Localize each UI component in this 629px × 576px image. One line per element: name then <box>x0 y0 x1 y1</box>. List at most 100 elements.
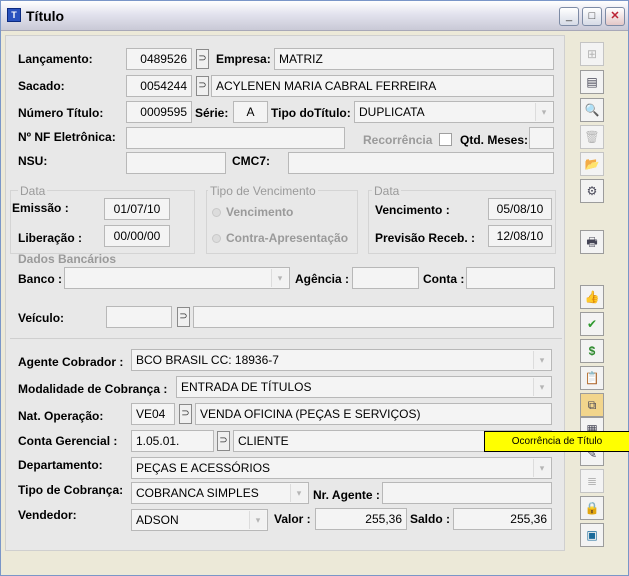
settings-icon[interactable]: ⚙ <box>580 179 604 203</box>
chevron-down-icon[interactable]: ▾ <box>533 351 550 369</box>
numero-titulo-label: Número Título: <box>18 106 104 120</box>
agente-cobrador-label: Agente Cobrador : <box>18 355 124 369</box>
lookup-icon[interactable]: ⊃ <box>177 307 190 327</box>
copy-icon[interactable]: ⧉ <box>580 393 604 417</box>
conta-label: Conta : <box>423 272 465 286</box>
nat-operacao-label: Nat. Operação: <box>18 409 104 423</box>
numero-titulo-field[interactable]: 0009595 <box>126 101 192 123</box>
emissao-field[interactable]: 01/07/10 <box>104 198 170 220</box>
check-icon[interactable]: ✔ <box>580 312 604 336</box>
liberacao-label: Liberação : <box>18 231 83 245</box>
vendedor-label: Vendedor: <box>18 508 77 522</box>
delete-icon[interactable]: 🗑 <box>580 125 604 149</box>
nf-eletronica-field[interactable] <box>126 127 345 149</box>
titulo-window: T Título _ □ ✕ Lançamento: 0489526 ⊃ Emp… <box>0 0 629 576</box>
emissao-label: Emissão : <box>12 201 69 215</box>
serie-field[interactable]: A <box>233 101 268 123</box>
tipo-cobranca-label: Tipo de Cobrança: <box>18 483 124 497</box>
cmc7-field[interactable] <box>288 152 554 174</box>
sacado-label: Sacado: <box>18 79 65 93</box>
divider <box>10 338 562 339</box>
print-icon[interactable]: 🖶 <box>580 230 604 254</box>
departamento-value: PEÇAS E ACESSÓRIOS <box>136 461 271 475</box>
insert-record-icon[interactable]: ⊞ <box>580 42 604 66</box>
calculator-icon[interactable]: ▣ <box>580 523 604 547</box>
vendedor-select[interactable]: ADSON ▾ <box>131 509 268 531</box>
veiculo-desc-field[interactable] <box>193 306 554 328</box>
conta-gerencial-code-field[interactable]: 1.05.01. <box>131 430 214 452</box>
lock-doc-icon[interactable]: 🔒 <box>580 496 604 520</box>
tipo-cobranca-select[interactable]: COBRANCA SIMPLES ▾ <box>131 482 309 504</box>
lancamento-field[interactable]: 0489526 <box>126 48 192 70</box>
modalidade-select[interactable]: ENTRADA DE TÍTULOS ▾ <box>176 376 552 398</box>
lookup-icon[interactable]: ⊃ <box>217 431 230 451</box>
banco-label: Banco : <box>18 272 63 286</box>
vencimento-radio-label: Vencimento <box>226 205 294 219</box>
chevron-down-icon[interactable]: ▾ <box>533 459 550 477</box>
agencia-label: Agência : <box>295 272 350 286</box>
nr-agente-field[interactable] <box>382 482 552 504</box>
saldo-field[interactable]: 255,36 <box>453 508 552 530</box>
sacado-name-field[interactable]: ACYLENEN MARIA CABRAL FERREIRA <box>211 75 554 97</box>
modalidade-label: Modalidade de Cobrança : <box>18 382 168 396</box>
contra-apresentacao-radio[interactable] <box>212 234 221 243</box>
nsu-field[interactable] <box>126 152 226 174</box>
banco-select[interactable]: ▾ <box>64 267 290 289</box>
tipo-titulo-label: Tipo doTítulo: <box>271 106 351 120</box>
money-bag-icon[interactable]: $ <box>580 339 604 363</box>
qtd-meses-label: Qtd. Meses: <box>460 133 529 147</box>
window-title: Título <box>26 8 65 24</box>
empresa-field[interactable]: MATRIZ <box>274 48 554 70</box>
agente-cobrador-value: BCO BRASIL CC: 18936-7 <box>136 353 279 367</box>
minimize-button[interactable]: _ <box>559 7 579 26</box>
close-button[interactable]: ✕ <box>605 7 625 26</box>
nf-eletronica-label: Nº NF Eletrônica: <box>18 130 116 144</box>
data-group-title: Data <box>18 184 48 198</box>
form-panel: Lançamento: 0489526 ⊃ Empresa: MATRIZ Sa… <box>5 35 565 551</box>
sacado-code-field[interactable]: 0054244 <box>126 75 192 97</box>
serie-label: Série: <box>195 106 229 120</box>
thumbs-up-icon[interactable]: 👍 <box>580 285 604 309</box>
departamento-select[interactable]: PEÇAS E ACESSÓRIOS ▾ <box>131 457 552 479</box>
saldo-label: Saldo : <box>410 512 451 526</box>
tipo-titulo-value: DUPLICATA <box>359 105 425 119</box>
vencimento-radio[interactable] <box>212 208 221 217</box>
title-bar: T Título _ □ ✕ <box>1 1 628 31</box>
vencimento-field[interactable]: 05/08/10 <box>488 198 552 220</box>
veiculo-code-field[interactable] <box>106 306 172 328</box>
departamento-label: Departamento: <box>18 458 103 472</box>
agencia-field[interactable] <box>352 267 419 289</box>
agente-cobrador-select[interactable]: BCO BRASIL CC: 18936-7 ▾ <box>131 349 552 371</box>
vencimento-label: Vencimento : <box>375 203 450 217</box>
valor-label: Valor : <box>274 512 311 526</box>
veiculo-label: Veículo: <box>18 311 65 325</box>
lookup-icon[interactable]: ⊃ <box>196 49 209 69</box>
clipboard-icon[interactable]: 📋 <box>580 366 604 390</box>
chevron-down-icon[interactable]: ▾ <box>249 511 266 529</box>
chevron-down-icon[interactable]: ▾ <box>290 484 307 502</box>
lookup-icon[interactable]: ⊃ <box>179 404 192 424</box>
maximize-button[interactable]: □ <box>582 7 602 26</box>
empresa-label: Empresa: <box>216 52 271 66</box>
recorrencia-checkbox[interactable] <box>439 133 452 146</box>
list-icon[interactable]: ≣ <box>580 469 604 493</box>
lookup-icon[interactable]: ⊃ <box>196 76 209 96</box>
cmc7-label: CMC7: <box>232 154 270 168</box>
tipo-titulo-select[interactable]: DUPLICATA ▾ <box>354 101 554 123</box>
nat-operacao-desc-field[interactable]: VENDA OFICINA (PEÇAS E SERVIÇOS) <box>195 403 552 425</box>
liberacao-field[interactable]: 00/00/00 <box>104 225 170 247</box>
chevron-down-icon[interactable]: ▾ <box>533 378 550 396</box>
chevron-down-icon[interactable]: ▾ <box>271 269 288 287</box>
dados-bancarios-title: Dados Bancários <box>18 252 117 266</box>
qtd-meses-field[interactable] <box>529 127 554 149</box>
conta-field[interactable] <box>466 267 555 289</box>
preview-icon[interactable]: 🔍 <box>580 98 604 122</box>
table-icon[interactable]: ▤ <box>580 70 604 94</box>
contra-apresentacao-label: Contra-Apresentação <box>226 231 349 245</box>
chevron-down-icon[interactable]: ▾ <box>535 103 552 121</box>
tooltip: Ocorrência de Título <box>484 431 629 452</box>
valor-field[interactable]: 255,36 <box>315 508 407 530</box>
folder-icon[interactable]: 📂 <box>580 152 604 176</box>
previsao-field[interactable]: 12/08/10 <box>488 225 552 247</box>
nat-operacao-code-field[interactable]: VE04 <box>131 403 175 425</box>
